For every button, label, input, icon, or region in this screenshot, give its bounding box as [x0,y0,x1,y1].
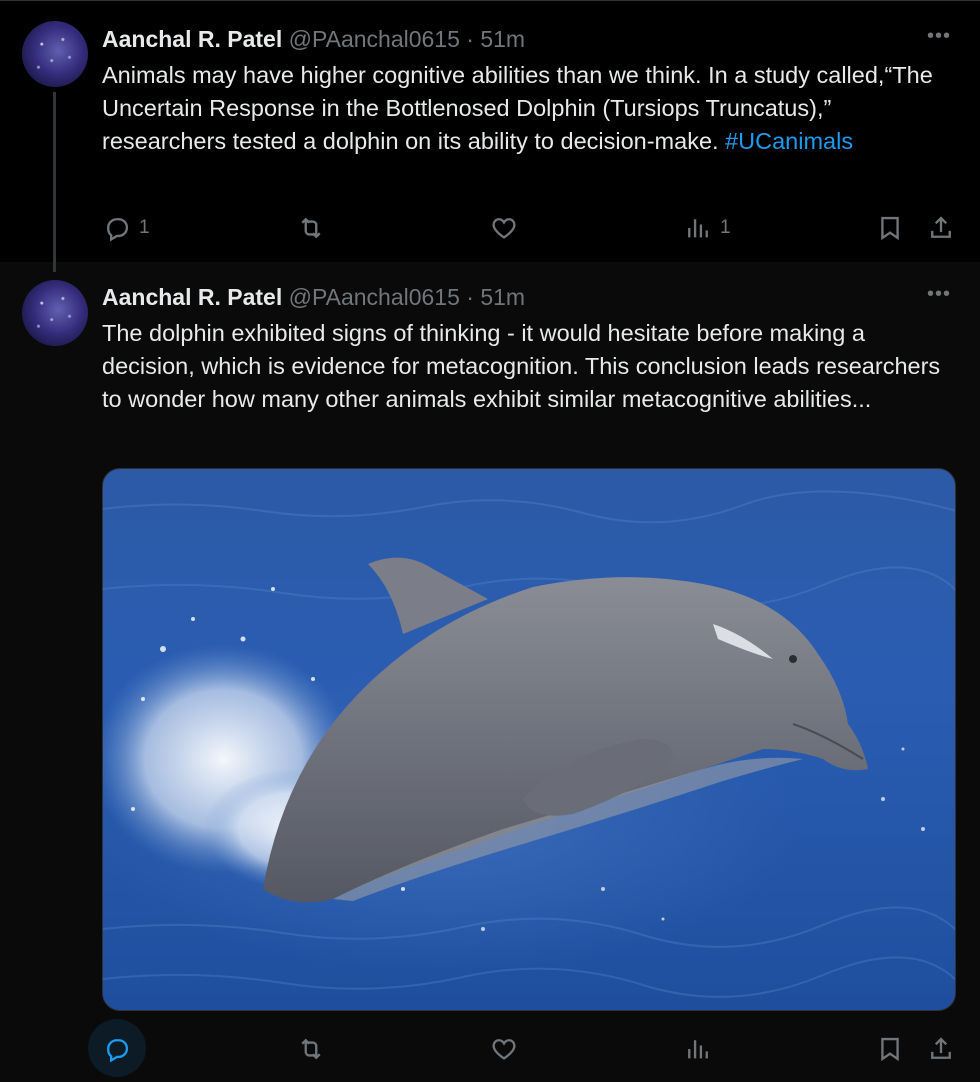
share-button[interactable] [927,1029,955,1069]
action-bar: 1 1 [0,208,980,248]
views-count: 1 [720,217,731,238]
retweet-button[interactable] [297,1029,333,1069]
dolphin-photo [103,490,955,998]
retweet-button[interactable] [297,208,333,248]
reply-icon [107,218,129,242]
share-icon [931,216,951,238]
hashtag-link[interactable]: #UCanimals [725,128,853,154]
more-options-button[interactable]: ••• [924,284,954,309]
reply-button[interactable]: 1 [103,208,150,248]
tweet-header: Aanchal R. Patel @PAanchal0615 · 51m [102,24,525,54]
share-button[interactable] [927,208,955,248]
tweet-text: Animals may have higher cognitive abilit… [102,59,952,158]
heart-icon [492,1039,516,1060]
reply-button[interactable] [103,1029,139,1069]
bookmark-button[interactable] [876,1029,904,1069]
views-button[interactable] [684,1029,720,1069]
reply-count: 1 [139,217,150,238]
tweet-2[interactable]: Aanchal R. Patel @PAanchal0615 · 51m •••… [0,262,980,1082]
avatar[interactable] [22,21,88,87]
author-name[interactable]: Aanchal R. Patel [102,26,282,52]
bookmark-button[interactable] [876,208,904,248]
thread-connector-line [53,92,56,272]
timestamp[interactable]: 51m [480,26,525,52]
author-name[interactable]: Aanchal R. Patel [102,284,282,310]
more-options-button[interactable]: ••• [924,26,954,51]
separator-dot: · [466,26,474,52]
views-button[interactable]: 1 [684,208,731,248]
heart-icon [492,218,516,239]
share-icon [931,1037,951,1059]
tweet-media-image[interactable] [102,468,956,1011]
tweet-text: The dolphin exhibited signs of thinking … [102,320,941,412]
author-handle[interactable]: @PAanchal0615 [289,26,460,52]
reply-icon [107,1039,129,1063]
tweet-1[interactable]: Aanchal R. Patel @PAanchal0615 · 51m •••… [0,0,980,262]
retweet-icon [301,217,321,239]
tweet-header: Aanchal R. Patel @PAanchal0615 · 51m [102,282,525,312]
bookmark-icon [881,216,899,241]
author-handle[interactable]: @PAanchal0615 [289,284,460,310]
separator-dot: · [466,284,474,310]
timestamp[interactable]: 51m [480,284,525,310]
like-button[interactable] [490,1029,526,1069]
avatar[interactable] [22,280,88,346]
views-icon [688,1040,708,1059]
like-button[interactable] [490,208,526,248]
views-icon [688,219,708,238]
bookmark-icon [881,1037,899,1062]
retweet-icon [301,1038,321,1060]
action-bar [0,1019,980,1077]
